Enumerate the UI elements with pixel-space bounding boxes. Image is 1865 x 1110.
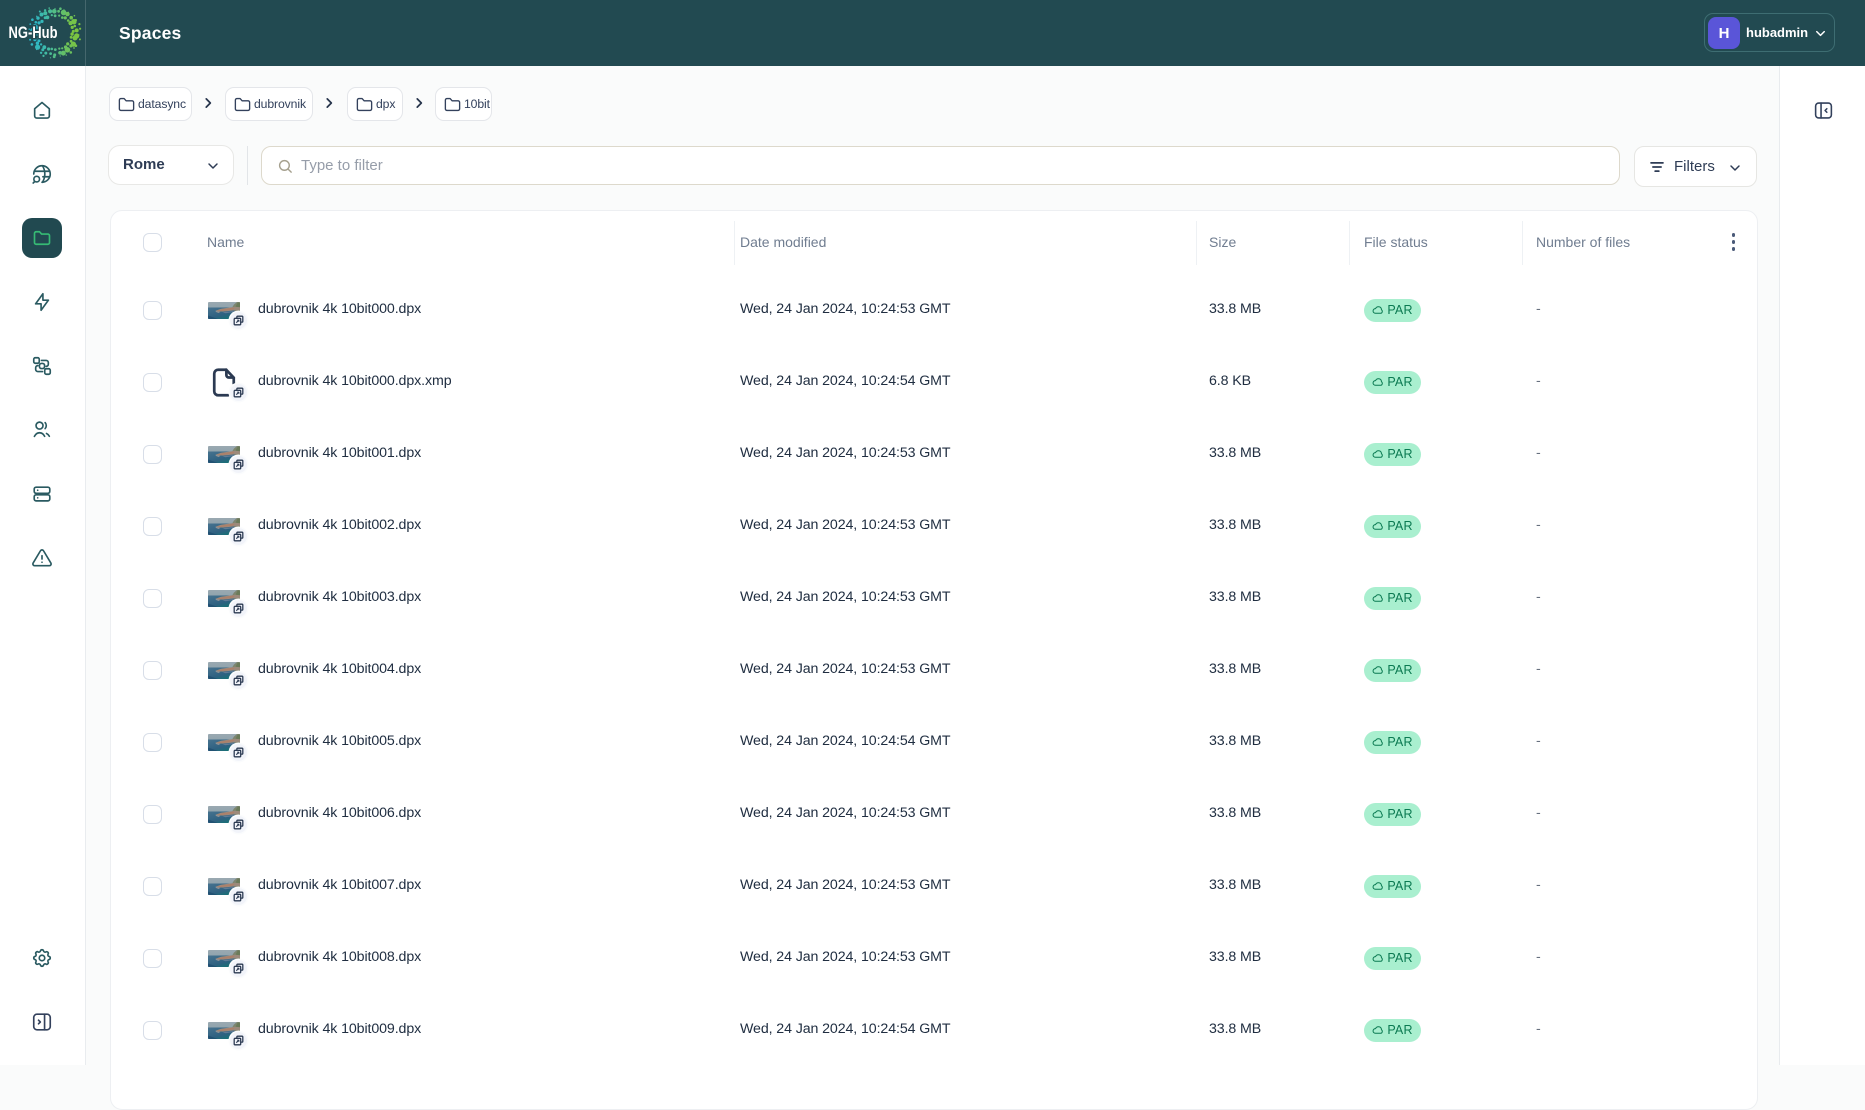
svg-text:NG-Hub: NG-Hub <box>9 24 58 42</box>
